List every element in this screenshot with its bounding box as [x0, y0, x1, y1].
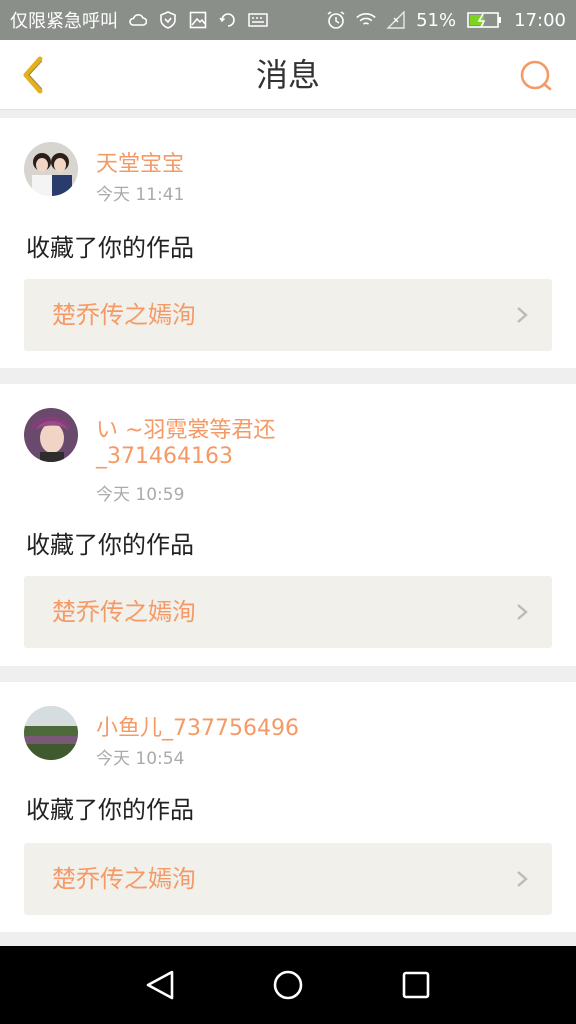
- page-title: 消息: [255, 56, 320, 94]
- status-time: 17:00: [514, 9, 566, 31]
- message-list: 天堂宝宝 今天 11:41 收藏了你的作品 楚乔传之嫣洵 い ~羽霓裳等君还 _…: [0, 118, 576, 948]
- username[interactable]: 小鱼儿_737756496: [96, 710, 299, 742]
- alarm-icon: [326, 10, 346, 30]
- message-time: 今天 10:54: [96, 749, 185, 769]
- work-link[interactable]: 楚乔传之嫣洵: [24, 576, 552, 648]
- triangle-back-icon: [146, 970, 174, 1000]
- chevron-right-icon: [517, 604, 528, 620]
- square-recent-icon: [402, 971, 430, 999]
- message-time: 今天 11:41: [96, 185, 185, 205]
- chat-button[interactable]: [516, 56, 556, 96]
- status-left: 仅限紧急呼叫: [10, 7, 268, 33]
- work-title: 楚乔传之嫣洵: [52, 301, 196, 329]
- chevron-right-icon: [517, 307, 528, 323]
- circle-home-icon: [273, 970, 303, 1000]
- work-title: 楚乔传之嫣洵: [52, 598, 196, 626]
- message-time: 今天 10:59: [96, 485, 185, 505]
- shield-icon: [158, 10, 178, 30]
- cloud-icon: [128, 10, 148, 30]
- username[interactable]: い ~羽霓裳等君还: [96, 412, 275, 444]
- action-text: 收藏了你的作品: [26, 531, 194, 559]
- wifi-icon: [356, 10, 376, 30]
- nav-recent-button[interactable]: [396, 965, 436, 1005]
- username[interactable]: 天堂宝宝: [96, 146, 184, 178]
- action-text: 收藏了你的作品: [26, 234, 194, 262]
- message-card: い ~羽霓裳等君还 _371464163 今天 10:59 收藏了你的作品 楚乔…: [0, 384, 576, 666]
- sync-icon: [218, 10, 238, 30]
- message-card: 小鱼儿_737756496 今天 10:54 收藏了你的作品 楚乔传之嫣洵: [0, 682, 576, 932]
- chat-bubble-icon: [520, 60, 552, 91]
- work-link[interactable]: 楚乔传之嫣洵: [24, 279, 552, 351]
- nav-home-button[interactable]: [268, 965, 308, 1005]
- nav-back-button[interactable]: [140, 965, 180, 1005]
- battery-percent: 51%: [416, 9, 457, 31]
- message-card: 天堂宝宝 今天 11:41 收藏了你的作品 楚乔传之嫣洵: [0, 118, 576, 368]
- status-bar: 仅限紧急呼叫 51% 17:00: [0, 0, 576, 40]
- image-icon: [188, 10, 208, 30]
- carrier-text: 仅限紧急呼叫: [10, 11, 118, 32]
- username-line2[interactable]: _371464163: [96, 444, 233, 469]
- status-right: 51% 17:00: [326, 10, 566, 31]
- system-nav-bar: [0, 946, 576, 1024]
- work-title: 楚乔传之嫣洵: [52, 865, 196, 893]
- avatar[interactable]: [24, 706, 78, 760]
- keyboard-icon: [248, 10, 268, 30]
- battery-charging-icon: [466, 10, 504, 30]
- signal-icon: [386, 10, 406, 30]
- avatar[interactable]: [24, 142, 78, 196]
- header-bar: 消息: [0, 40, 576, 110]
- chevron-right-icon: [517, 871, 528, 887]
- work-link[interactable]: 楚乔传之嫣洵: [24, 843, 552, 915]
- action-text: 收藏了你的作品: [26, 796, 194, 824]
- avatar[interactable]: [24, 408, 78, 462]
